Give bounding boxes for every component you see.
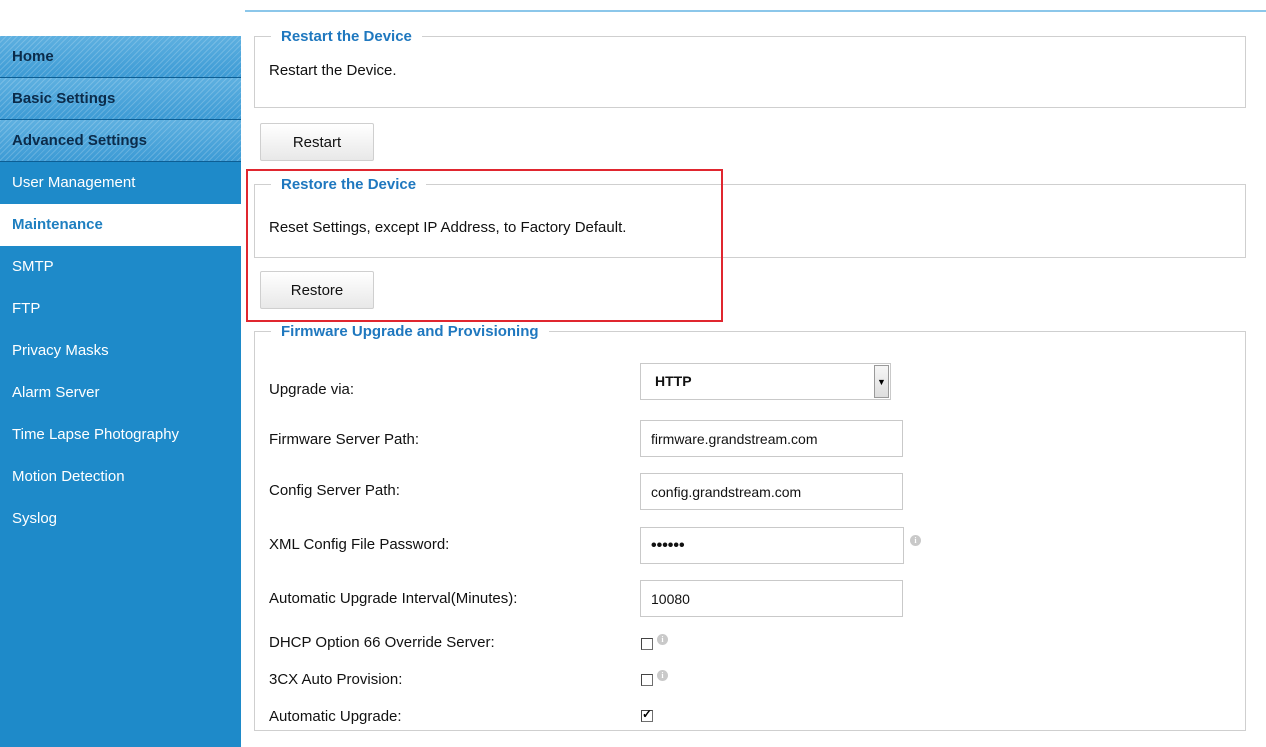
automatic-upgrade-label: Automatic Upgrade: bbox=[269, 708, 402, 725]
upgrade-via-select[interactable]: HTTP ▼ bbox=[640, 363, 891, 400]
restore-section: Restore the Device Reset Settings, excep… bbox=[254, 176, 1246, 258]
sidebar-item-privacy-masks[interactable]: Privacy Masks bbox=[0, 330, 241, 372]
restart-section: Restart the Device Restart the Device. bbox=[254, 28, 1246, 108]
top-partial-strip bbox=[0, 0, 1266, 12]
firmware-server-path-label: Firmware Server Path: bbox=[269, 431, 420, 448]
info-icon: i bbox=[657, 634, 668, 645]
config-server-path-input[interactable] bbox=[640, 473, 903, 510]
sidebar-item-motion-detection[interactable]: Motion Detection bbox=[0, 456, 241, 498]
sidebar-item-advanced-settings[interactable]: Advanced Settings bbox=[0, 120, 241, 162]
3cx-auto-provision-label: 3CX Auto Provision: bbox=[269, 671, 403, 688]
upgrade-via-label: Upgrade via: bbox=[269, 381, 355, 398]
sidebar-item-maintenance[interactable]: Maintenance bbox=[0, 204, 241, 246]
sidebar-item-syslog[interactable]: Syslog bbox=[0, 498, 241, 540]
automatic-upgrade-checkbox[interactable] bbox=[641, 707, 653, 722]
restore-description: Reset Settings, except IP Address, to Fa… bbox=[269, 219, 627, 236]
info-icon: i bbox=[657, 670, 668, 681]
sidebar-item-home[interactable]: Home bbox=[0, 36, 241, 78]
sidebar-item-alarm-server[interactable]: Alarm Server bbox=[0, 372, 241, 414]
restore-button[interactable]: Restore bbox=[260, 271, 374, 309]
xml-config-password-label: XML Config File Password: bbox=[269, 536, 450, 553]
firmware-server-path-input[interactable] bbox=[640, 420, 903, 457]
restore-legend: Restore the Device bbox=[271, 176, 427, 194]
header-divider bbox=[245, 10, 1266, 12]
sidebar-item-time-lapse-photography[interactable]: Time Lapse Photography bbox=[0, 414, 241, 456]
upgrade-interval-input[interactable] bbox=[640, 580, 903, 617]
upgrade-via-value: HTTP bbox=[655, 373, 692, 389]
config-server-path-label: Config Server Path: bbox=[269, 482, 400, 499]
restart-legend: Restart the Device bbox=[271, 28, 422, 46]
dhcp-option-66-checkbox[interactable] bbox=[641, 638, 653, 650]
firmware-legend: Firmware Upgrade and Provisioning bbox=[271, 323, 549, 341]
dhcp-option-66-label: DHCP Option 66 Override Server: bbox=[269, 634, 495, 651]
sidebar-item-ftp[interactable]: FTP bbox=[0, 288, 241, 330]
sidebar-item-smtp[interactable]: SMTP bbox=[0, 246, 241, 288]
sidebar-item-user-management[interactable]: User Management bbox=[0, 162, 241, 204]
upgrade-interval-label: Automatic Upgrade Interval(Minutes): bbox=[269, 590, 518, 607]
info-icon: i bbox=[910, 535, 921, 546]
sidebar: Home Basic Settings Advanced Settings Us… bbox=[0, 36, 241, 747]
chevron-down-icon[interactable]: ▼ bbox=[874, 365, 889, 398]
sidebar-item-basic-settings[interactable]: Basic Settings bbox=[0, 78, 241, 120]
restart-button[interactable]: Restart bbox=[260, 123, 374, 161]
3cx-auto-provision-checkbox[interactable] bbox=[641, 674, 653, 686]
restart-description: Restart the Device. bbox=[269, 62, 397, 79]
xml-config-password-input[interactable]: •••••• bbox=[640, 527, 904, 564]
